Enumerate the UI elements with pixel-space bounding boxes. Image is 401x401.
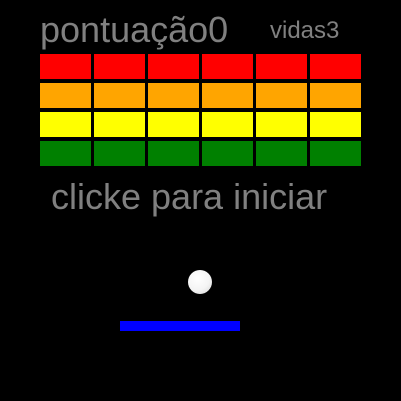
brick — [310, 54, 361, 79]
brick — [40, 54, 91, 79]
brick — [202, 83, 253, 108]
brick — [256, 112, 307, 137]
score-label: pontuação — [40, 9, 209, 50]
brick — [310, 141, 361, 166]
brick — [94, 83, 145, 108]
lives-label: vidas — [270, 17, 327, 44]
brick — [310, 112, 361, 137]
paddle[interactable] — [120, 321, 240, 331]
lives-value: 3 — [326, 17, 340, 44]
brick — [202, 112, 253, 137]
brick — [40, 112, 91, 137]
ball-icon — [188, 270, 212, 294]
lives-display: vidas3 — [270, 16, 339, 46]
score-display: pontuação0 — [40, 10, 228, 50]
brick — [148, 112, 199, 137]
brick — [202, 54, 253, 79]
brick — [94, 141, 145, 166]
brick — [202, 141, 253, 166]
start-message[interactable]: clicke para iniciar — [51, 177, 327, 217]
brick — [40, 83, 91, 108]
brick — [148, 54, 199, 79]
brick — [310, 83, 361, 108]
game-canvas[interactable]: pontuação0 vidas3 clicke para iniciar — [0, 0, 401, 401]
brick — [148, 83, 199, 108]
brick — [94, 112, 145, 137]
brick — [40, 141, 91, 166]
brick — [94, 54, 145, 79]
brick — [148, 141, 199, 166]
brick — [256, 141, 307, 166]
brick — [256, 83, 307, 108]
brick — [256, 54, 307, 79]
score-value: 0 — [208, 9, 229, 50]
